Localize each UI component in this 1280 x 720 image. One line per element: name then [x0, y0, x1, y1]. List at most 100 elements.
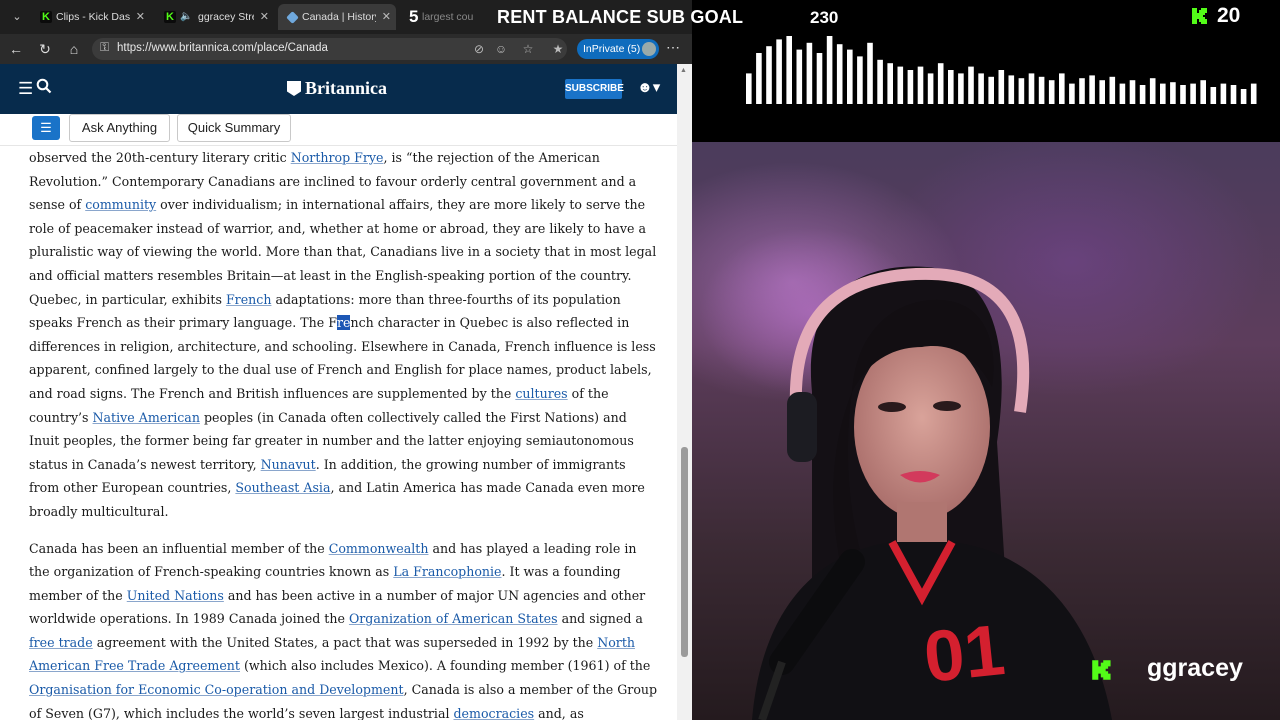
link-northrop-frye[interactable]: Northrop Frye [291, 150, 384, 165]
link-democracies[interactable]: democracies [454, 706, 535, 720]
menu-hamburger-icon[interactable]: ☰ [18, 80, 33, 97]
visualizer-bar [998, 70, 1005, 104]
tab-actions-chevron-icon[interactable]: ⌄ [8, 8, 26, 26]
text-run: over individualism; in international aff… [29, 197, 657, 307]
visualizer-bar [796, 49, 803, 104]
kick-favicon-icon [164, 4, 176, 30]
tab-ggracey-stream[interactable]: 🔈 ggracey Stream ✕ [156, 4, 274, 30]
address-bar[interactable]: ⚿ https://www.britannica.com/place/Canad… [92, 38, 567, 60]
visualizer-bar [1139, 85, 1146, 104]
lock-icon[interactable]: ⚿ [100, 40, 109, 55]
link-la-francophonie[interactable]: La Francophonie [393, 564, 501, 579]
link-oecd[interactable]: Organisation for Economic Co-operation a… [29, 682, 404, 697]
reading-view-icon[interactable]: ☺ [493, 41, 509, 57]
text-selection: re [336, 315, 351, 331]
visualizer-bar [948, 70, 954, 104]
visualizer-bar [1160, 83, 1166, 104]
back-arrow-icon[interactable]: ← [6, 39, 26, 59]
link-free-trade[interactable]: free trade [29, 635, 93, 650]
visualizer-bar [806, 42, 813, 104]
link-native-american[interactable]: Native American [93, 410, 200, 425]
screen: ⌄ Clips - Kick Dashboard ✕ 🔈 ggracey Str… [0, 0, 1280, 720]
visualizer-bar [1008, 75, 1015, 104]
sub-goal-label: RENT BALANCE SUB GOAL [497, 7, 744, 27]
favorites-list-icon[interactable]: ★ [550, 41, 566, 57]
webcam-feed: 01 ggracey [692, 142, 1280, 720]
page-scrollbar[interactable]: ▲ [677, 64, 692, 720]
visualizer-bar [1089, 75, 1095, 104]
sub-goal-count: 230 [810, 8, 839, 27]
visualizer-bar [1200, 80, 1206, 104]
tab-label: ggracey Stream [198, 11, 254, 23]
visualizer-bar [836, 44, 843, 104]
favorite-star-icon[interactable]: ☆ [520, 41, 536, 57]
visualizer-bar [1018, 78, 1025, 104]
visualizer-bar [968, 66, 974, 104]
visualizer-bar [867, 42, 873, 104]
scroll-up-arrow-icon[interactable]: ▲ [680, 67, 687, 74]
visualizer-bar [1230, 85, 1237, 104]
refresh-icon[interactable]: ↻ [35, 39, 55, 59]
article-paragraph: Canada has been an influential member of… [29, 537, 659, 720]
subscribe-button[interactable]: SUBSCRIBE [565, 79, 624, 99]
britannica-logo[interactable]: Britannica [287, 78, 387, 99]
close-icon[interactable]: ✕ [382, 4, 391, 30]
visualizer-bar [1048, 80, 1055, 104]
visualizer-bar [816, 53, 823, 104]
visualizer-bar [1099, 80, 1105, 104]
visualizer-bar [1180, 85, 1186, 104]
user-account-icon[interactable]: ☻▾ [637, 78, 660, 96]
text-run: and signed a [557, 611, 643, 627]
more-options-icon[interactable]: ⋯ [666, 39, 680, 56]
visualizer-bar [766, 46, 772, 104]
visualizer-bar [917, 66, 924, 104]
visualizer-bar [1129, 80, 1136, 104]
tab-label: Canada | History, Geography [302, 11, 376, 23]
link-commonwealth[interactable]: Commonwealth [329, 541, 429, 556]
search-icon[interactable] [36, 78, 52, 94]
sub-goal-number: 5 [409, 7, 419, 26]
visualizer-bar [1170, 82, 1176, 104]
quick-summary-button[interactable]: Quick Summary [177, 114, 291, 142]
address-bar-row: ← ↻ ⌂ ⚿ https://www.britannica.com/place… [0, 34, 692, 64]
visualizer-bar [1220, 83, 1227, 104]
scrollbar-thumb[interactable] [681, 447, 688, 657]
close-icon[interactable]: ✕ [260, 4, 269, 30]
link-french[interactable]: French [226, 292, 272, 307]
tab-britannica-canada[interactable]: Canada | History, Geography ✕ [278, 4, 396, 30]
article-body: observed the 20th-century literary criti… [29, 146, 659, 720]
visualizer-bar [927, 73, 934, 104]
text-run: and, as [534, 705, 584, 720]
inprivate-button[interactable]: InPrivate (5) [577, 39, 659, 59]
audio-visualizer [746, 36, 1257, 104]
speaker-icon[interactable]: 🔈 [180, 4, 192, 30]
webcam-image: 01 [692, 162, 1112, 720]
britannica-shield-icon [287, 81, 301, 96]
text-run: Canada has been an influential member of… [29, 540, 329, 556]
profile-avatar [642, 42, 656, 56]
close-icon[interactable]: ✕ [136, 4, 145, 30]
link-community[interactable]: community [85, 197, 156, 212]
text-run: (which also includes Mexico). A founding… [239, 658, 651, 674]
tab-kick-clips[interactable]: Clips - Kick Dashboard ✕ [32, 4, 150, 30]
outline-list-icon[interactable]: ☰ [32, 116, 60, 140]
visualizer-bar [1069, 83, 1075, 104]
tab-label: largest countries [422, 11, 474, 23]
text-run: agreement with the United States, a pact… [92, 634, 598, 650]
ask-anything-button[interactable]: Ask Anything [69, 114, 170, 142]
kick-logo-icon [1192, 8, 1207, 24]
visualizer-bar [1119, 83, 1126, 104]
visualizer-bar [877, 59, 883, 104]
visualizer-bar [1240, 89, 1247, 104]
browser-window: ⌄ Clips - Kick Dashboard ✕ 🔈 ggracey Str… [0, 0, 692, 720]
visualizer-bar [1149, 78, 1156, 104]
home-icon[interactable]: ⌂ [64, 39, 84, 59]
link-united-nations[interactable]: United Nations [127, 588, 224, 603]
tracking-prevention-icon[interactable]: ⊘ [471, 41, 487, 57]
visualizer-bar [937, 63, 944, 104]
link-organization-of-american-states[interactable]: Organization of American States [349, 611, 558, 626]
link-nunavut[interactable]: Nunavut [261, 457, 316, 472]
link-cultures[interactable]: cultures [515, 386, 567, 401]
url-text[interactable]: https://www.britannica.com/place/Canada [117, 42, 328, 54]
link-southeast-asia[interactable]: Southeast Asia [235, 480, 330, 495]
